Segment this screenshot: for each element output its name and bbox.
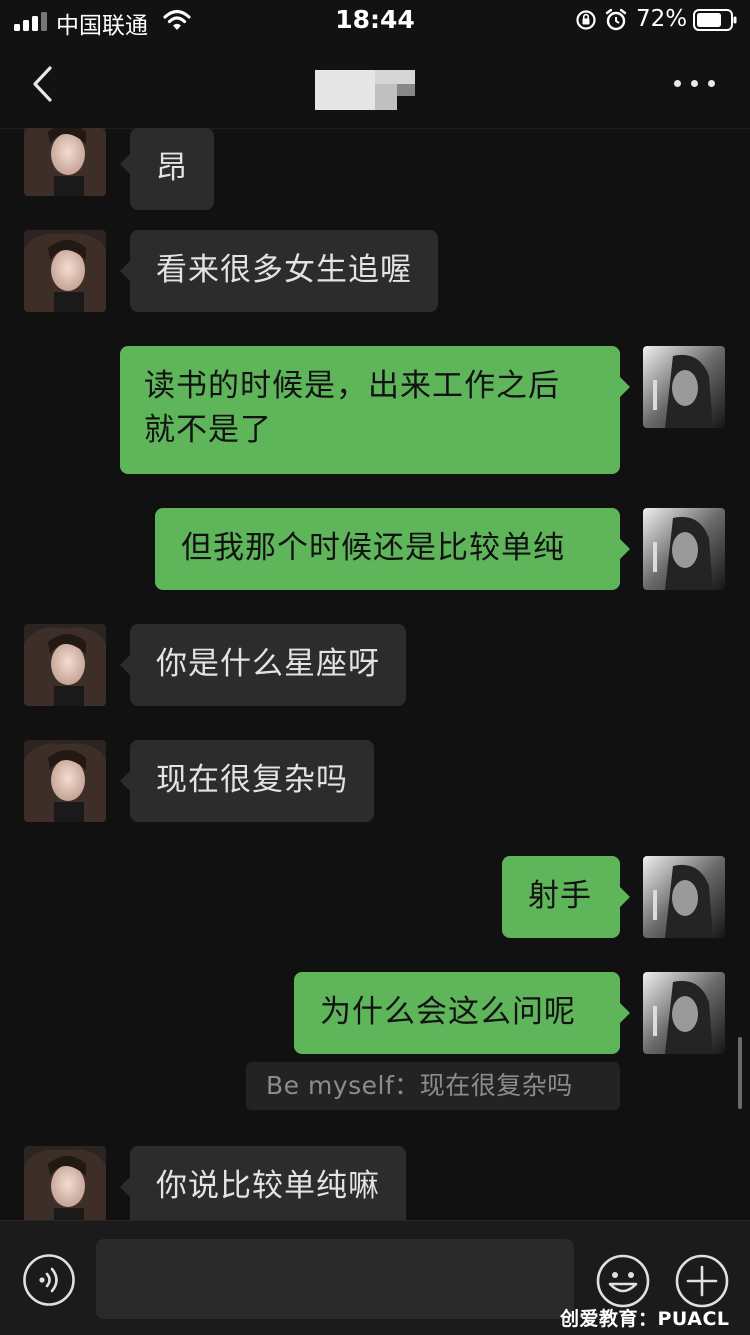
contact-name-blurred	[315, 70, 415, 110]
contact-avatar[interactable]	[24, 230, 106, 312]
chat-header	[0, 42, 750, 129]
user-avatar[interactable]	[643, 856, 725, 938]
battery-icon	[693, 9, 737, 31]
watermark: 创爱教育：PUACL	[560, 1308, 730, 1330]
message-bubble[interactable]: 看来很多女生追喔	[130, 230, 438, 312]
contact-avatar[interactable]	[24, 624, 106, 706]
message-bubble[interactable]: 射手	[502, 856, 620, 938]
alarm-icon	[605, 8, 627, 31]
plus-icon[interactable]	[674, 1253, 730, 1309]
message-bubble[interactable]: 为什么会这么问呢	[294, 972, 620, 1054]
contact-avatar[interactable]	[24, 740, 106, 822]
user-avatar[interactable]	[643, 972, 725, 1054]
message-bubble[interactable]: 读书的时候是，出来工作之后 就不是了	[120, 346, 620, 474]
message-bubble[interactable]: 你说比较单纯嘛	[130, 1146, 406, 1220]
status-bar: 中国联通 18:44 72%	[0, 0, 750, 42]
scrollbar[interactable]	[738, 1037, 742, 1109]
user-avatar[interactable]	[643, 508, 725, 590]
message-line: 就不是了	[144, 412, 272, 448]
message-input[interactable]	[96, 1239, 574, 1319]
quoted-reply[interactable]: Be myself：现在很复杂吗	[246, 1062, 620, 1110]
emoji-icon[interactable]	[595, 1253, 651, 1309]
contact-avatar[interactable]	[24, 128, 106, 196]
message-bubble[interactable]: 昂	[130, 128, 214, 210]
voice-icon[interactable]	[22, 1253, 76, 1307]
chevron-left-icon[interactable]	[28, 64, 58, 104]
chat-messages[interactable]: 昂 看来很多女生追喔 读书的时候是，出来工作之后 就不是了 但我那个时候还是比较…	[0, 128, 750, 1220]
message-line: 读书的时候是，出来工作之后	[144, 368, 560, 404]
contact-avatar[interactable]	[24, 1146, 106, 1220]
message-bubble[interactable]: 你是什么星座呀	[130, 624, 406, 706]
battery-percent: 72%	[636, 6, 688, 32]
rotation-lock-icon	[576, 10, 596, 30]
more-dots-icon[interactable]	[674, 76, 716, 90]
message-bubble[interactable]: 但我那个时候还是比较单纯	[155, 508, 620, 590]
user-avatar[interactable]	[643, 346, 725, 428]
message-bubble[interactable]: 现在很复杂吗	[130, 740, 374, 822]
